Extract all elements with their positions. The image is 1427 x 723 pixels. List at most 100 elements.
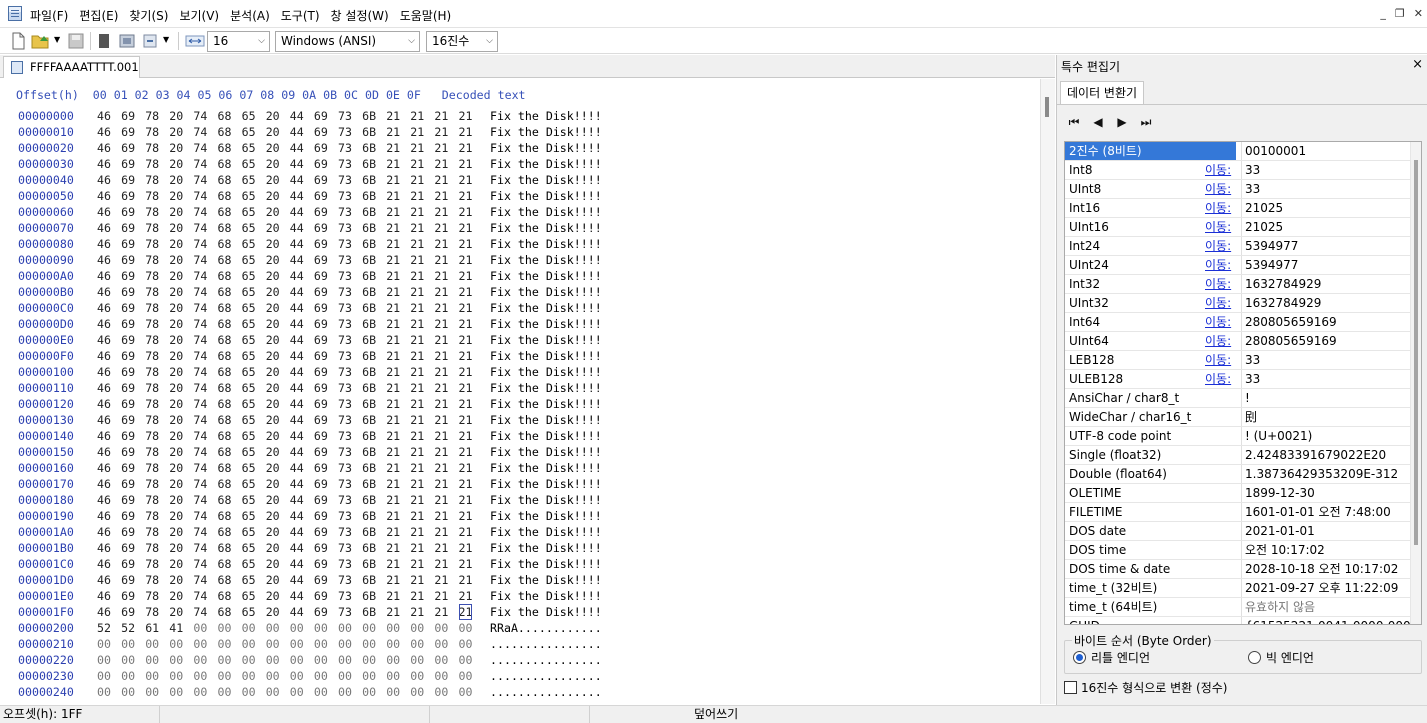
decoded-text[interactable]: Fix the Disk!!!! — [490, 284, 602, 300]
hex-byte[interactable]: 78 — [145, 524, 159, 540]
hex-byte[interactable]: 21 — [459, 572, 473, 588]
decoded-text[interactable]: ................ — [490, 636, 602, 652]
hex-byte[interactable]: 73 — [338, 140, 352, 156]
hex-byte[interactable]: 21 — [459, 396, 473, 412]
hex-byte[interactable]: 44 — [290, 348, 304, 364]
hex-byte[interactable]: 44 — [290, 236, 304, 252]
converter-row[interactable]: Int64 이동: 280805659169 — [1065, 313, 1411, 332]
hex-byte[interactable]: 00 — [169, 668, 183, 684]
hex-byte[interactable]: 44 — [290, 140, 304, 156]
hex-byte[interactable]: 65 — [242, 524, 256, 540]
hex-byte[interactable]: 00 — [410, 636, 424, 652]
hex-byte[interactable]: 6B — [362, 460, 376, 476]
hex-byte[interactable]: 68 — [218, 556, 232, 572]
hex-byte[interactable]: 00 — [266, 636, 280, 652]
hex-byte[interactable]: 69 — [314, 444, 328, 460]
hex-byte[interactable]: 68 — [218, 188, 232, 204]
hex-byte[interactable]: 46 — [97, 380, 111, 396]
hex-byte[interactable]: 6B — [362, 508, 376, 524]
hex-byte[interactable]: 20 — [169, 108, 183, 124]
hex-byte[interactable]: 00 — [266, 668, 280, 684]
hex-byte[interactable]: 20 — [266, 604, 280, 620]
hex-byte[interactable]: 00 — [386, 652, 400, 668]
hex-byte[interactable]: 74 — [193, 188, 207, 204]
encoding-select[interactable]: Windows (ANSI) ⌵ — [275, 31, 420, 52]
hex-byte[interactable]: 21 — [386, 364, 400, 380]
hex-byte[interactable]: 65 — [242, 444, 256, 460]
hex-byte[interactable]: 65 — [242, 140, 256, 156]
hex-byte[interactable]: 21 — [410, 588, 424, 604]
hex-byte[interactable]: 21 — [459, 108, 473, 124]
hex-byte[interactable]: 00 — [459, 684, 473, 700]
hex-byte[interactable]: 21 — [459, 252, 473, 268]
hex-byte[interactable]: 21 — [410, 220, 424, 236]
menu-item[interactable]: 분석(A) — [230, 7, 270, 24]
hex-byte[interactable]: 69 — [121, 204, 135, 220]
hex-byte[interactable]: 00 — [434, 668, 448, 684]
hex-byte[interactable]: 21 — [410, 332, 424, 348]
hex-byte[interactable]: 78 — [145, 156, 159, 172]
hex-byte[interactable]: 21 — [410, 172, 424, 188]
hex-byte[interactable]: 6B — [362, 364, 376, 380]
hex-byte[interactable]: 69 — [121, 108, 135, 124]
hex-byte[interactable]: 69 — [121, 380, 135, 396]
hex-byte[interactable]: 00 — [145, 684, 159, 700]
hex-byte[interactable]: 00 — [338, 668, 352, 684]
hex-byte[interactable]: 46 — [97, 444, 111, 460]
hex-byte[interactable]: 65 — [242, 476, 256, 492]
hex-byte[interactable]: 21 — [434, 348, 448, 364]
hex-byte[interactable]: 78 — [145, 556, 159, 572]
hex-byte[interactable]: 20 — [169, 172, 183, 188]
hex-byte[interactable]: 6B — [362, 556, 376, 572]
hex-byte[interactable]: 21 — [459, 380, 473, 396]
converter-value[interactable]: {61525221-0041-0000-0000 — [1241, 617, 1411, 624]
hex-scrollbar[interactable] — [1040, 79, 1055, 704]
hex-byte[interactable]: 65 — [242, 492, 256, 508]
hex-byte[interactable]: 20 — [266, 140, 280, 156]
hex-byte[interactable]: 00 — [145, 668, 159, 684]
hex-byte[interactable]: 21 — [459, 284, 473, 300]
hex-byte[interactable]: 65 — [242, 268, 256, 284]
hex-byte[interactable]: 21 — [459, 348, 473, 364]
menu-item[interactable]: 창 설정(W) — [331, 7, 389, 24]
converter-row[interactable]: UInt16 이동: 21025 — [1065, 218, 1411, 237]
hex-byte[interactable]: 20 — [266, 364, 280, 380]
little-endian-radio[interactable]: 리틀 엔디언 — [1073, 651, 1150, 665]
hex-byte[interactable]: 65 — [242, 572, 256, 588]
hex-byte[interactable]: 74 — [193, 428, 207, 444]
hex-byte[interactable]: 46 — [97, 108, 111, 124]
hex-byte[interactable]: 73 — [338, 380, 352, 396]
hex-byte[interactable]: 74 — [193, 204, 207, 220]
converter-row[interactable]: UInt8 이동: 33 — [1065, 180, 1411, 199]
hex-byte[interactable]: 73 — [338, 492, 352, 508]
hex-byte[interactable]: 68 — [218, 508, 232, 524]
hex-byte[interactable]: 20 — [169, 540, 183, 556]
hex-byte[interactable]: 20 — [169, 252, 183, 268]
hex-byte[interactable]: 44 — [290, 492, 304, 508]
hex-byte[interactable]: 00 — [410, 684, 424, 700]
hex-byte[interactable]: 78 — [145, 236, 159, 252]
hex-byte[interactable]: 68 — [218, 108, 232, 124]
hex-byte[interactable]: 21 — [434, 220, 448, 236]
hex-byte[interactable]: 21 — [434, 284, 448, 300]
decoded-text[interactable]: Fix the Disk!!!! — [490, 364, 602, 380]
close-icon[interactable]: × — [1412, 57, 1423, 72]
hex-byte[interactable]: 00 — [97, 684, 111, 700]
close-icon[interactable]: ✕ — [1414, 7, 1423, 20]
tab-file[interactable]: FFFFAAAATTTT.001 — [3, 56, 140, 78]
hex-byte[interactable]: 69 — [121, 396, 135, 412]
hex-byte[interactable]: 73 — [338, 572, 352, 588]
goto-link[interactable]: 이동: — [1205, 161, 1231, 179]
hex-byte[interactable]: 65 — [242, 428, 256, 444]
hex-byte[interactable]: 74 — [193, 140, 207, 156]
hex-byte[interactable]: 20 — [266, 268, 280, 284]
goto-link[interactable]: 이동: — [1205, 332, 1231, 350]
converter-value[interactable]: 유효하지 않음 — [1241, 598, 1411, 616]
goto-link[interactable]: 이동: — [1205, 351, 1231, 369]
hex-byte[interactable]: 46 — [97, 316, 111, 332]
hex-byte[interactable]: 21 — [410, 108, 424, 124]
hex-byte[interactable]: 21 — [386, 508, 400, 524]
hex-byte[interactable]: 21 — [410, 540, 424, 556]
hex-byte[interactable]: 65 — [242, 588, 256, 604]
hex-byte[interactable]: 20 — [266, 476, 280, 492]
